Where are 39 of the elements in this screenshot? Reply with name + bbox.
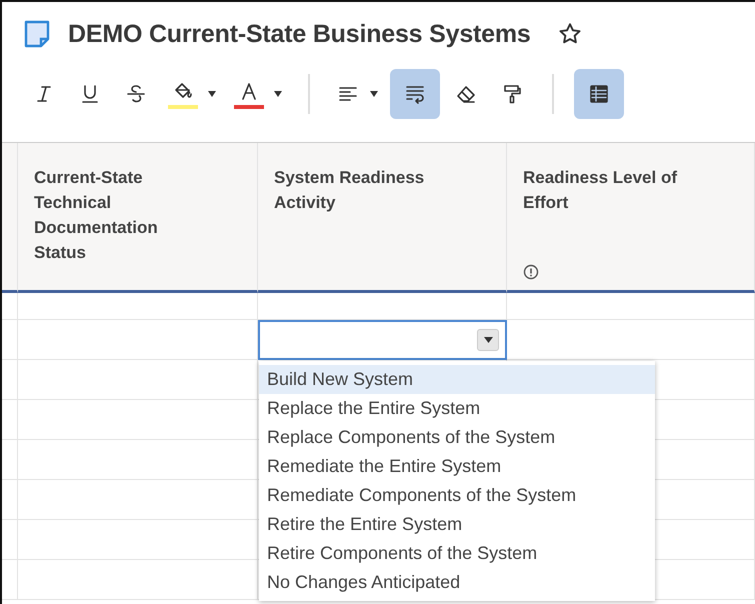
table-cell[interactable]: [18, 480, 258, 520]
wrap-button[interactable]: [390, 69, 440, 119]
dropdown-option[interactable]: Remediate the Entire System: [259, 452, 655, 481]
table-cell[interactable]: [18, 320, 258, 360]
table-cell[interactable]: [18, 360, 258, 400]
table-cell[interactable]: [18, 293, 258, 320]
dropdown-option[interactable]: No Changes Anticipated: [259, 568, 655, 597]
row-gutter-cell: [2, 360, 18, 400]
sheet-title: DEMO Current-State Business Systems: [68, 20, 531, 48]
dropdown-option[interactable]: Replace Components of the System: [259, 423, 655, 452]
row-gutter-cell: [2, 440, 18, 480]
grid-view-icon: [587, 82, 611, 106]
document-icon: [24, 20, 50, 48]
dropdown-cell-editor[interactable]: [258, 320, 507, 360]
row-gutter-cell: [2, 320, 18, 360]
dropdown-option[interactable]: Replace the Entire System: [259, 394, 655, 423]
dropdown-button[interactable]: [477, 329, 499, 351]
table-cell[interactable]: [507, 320, 755, 360]
dropdown-option[interactable]: Remediate Components of the System: [259, 481, 655, 510]
caret-icon: [484, 337, 492, 343]
row-gutter-cell: [2, 400, 18, 440]
table-cell[interactable]: [507, 293, 755, 320]
table-cell[interactable]: [18, 520, 258, 560]
table-cell[interactable]: [18, 560, 258, 600]
column-header: Current-State Technical Documentation Status: [34, 167, 159, 264]
row-gutter-cell: [2, 293, 18, 320]
row-gutter-cell: [2, 480, 18, 520]
column-header: System Readiness Activity: [274, 167, 426, 214]
row-gutter-cell: [2, 560, 18, 600]
table-cell[interactable]: [18, 440, 258, 480]
dropdown-option[interactable]: Retire Components of the System: [259, 539, 655, 568]
dropdown-option[interactable]: Retire the Entire System: [259, 510, 655, 539]
row-gutter-cell: [2, 520, 18, 560]
info-icon[interactable]: [523, 264, 539, 280]
grid-button[interactable]: [574, 69, 624, 119]
column-header: Readiness Level of Effort: [523, 167, 678, 214]
table-cell[interactable]: [258, 293, 507, 320]
dropdown-option[interactable]: Build New System: [259, 365, 655, 394]
table-cell[interactable]: [18, 400, 258, 440]
